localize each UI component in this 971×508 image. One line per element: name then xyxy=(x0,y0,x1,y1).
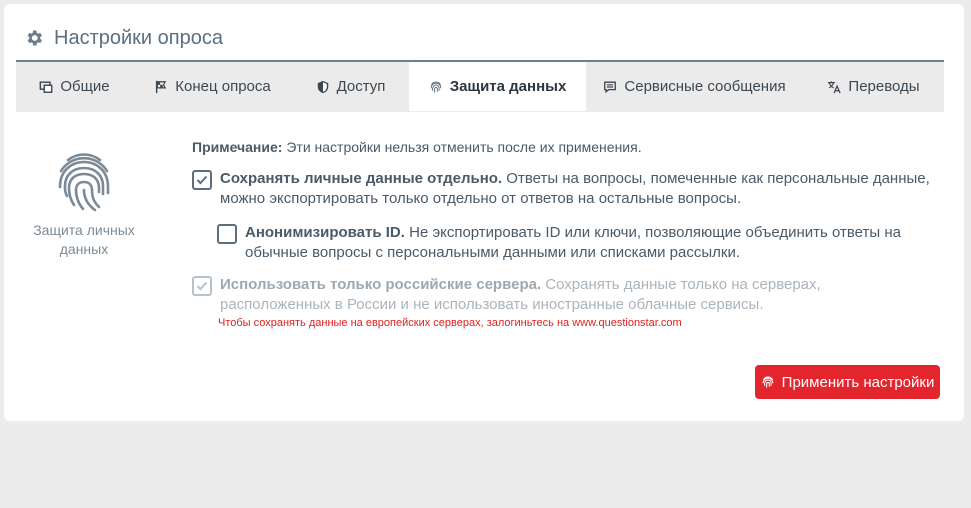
check-icon xyxy=(196,281,208,291)
check-icon xyxy=(196,175,208,185)
option-store-separately: Сохранять личные данные отдельно. Ответы… xyxy=(192,169,932,209)
note: Примечание: Эти настройки нельзя отменит… xyxy=(192,139,642,155)
gear-icon xyxy=(27,30,42,46)
settings-tabs: Общие Конец опроса Доступ Защита данных xyxy=(16,60,944,112)
tab-survey-end[interactable]: Конец опроса xyxy=(133,62,292,111)
page-title: Настройки опроса xyxy=(54,26,223,49)
fingerprint-icon xyxy=(430,81,441,93)
tab-general[interactable]: Общие xyxy=(16,62,133,111)
tab-data-protection[interactable]: Защита данных xyxy=(409,62,586,111)
card-header: Настройки опроса xyxy=(24,24,223,52)
side-panel: Защита личных данных xyxy=(30,149,138,259)
eu-servers-warning: Чтобы сохранять данные на европейских се… xyxy=(218,317,682,329)
tab-translations[interactable]: Переводы xyxy=(803,62,944,111)
option-russian-servers: Использовать только российские сервера. … xyxy=(192,275,932,315)
tab-access[interactable]: Доступ xyxy=(292,62,409,111)
option-anonymize-id: Анонимизировать ID. Не экспортировать ID… xyxy=(217,223,932,263)
data-protection-panel: Защита личных данных Примечание: Эти нас… xyxy=(16,113,944,403)
side-label: Защита личных данных xyxy=(33,222,135,257)
options-list: Примечание: Эти настройки нельзя отменит… xyxy=(192,139,932,329)
tab-service-messages[interactable]: Сервисные сообщения xyxy=(586,62,803,111)
fingerprint-icon xyxy=(58,153,110,212)
anonymize-id-checkbox[interactable] xyxy=(217,224,237,244)
apply-settings-button[interactable]: Применить настройки xyxy=(755,365,940,399)
fingerprint-icon xyxy=(762,376,773,388)
message-icon xyxy=(604,81,617,93)
monitor-icon xyxy=(39,80,53,93)
shield-icon xyxy=(317,80,328,93)
translate-icon xyxy=(828,80,842,93)
russian-servers-checkbox xyxy=(192,276,212,296)
flag-icon xyxy=(156,80,167,93)
store-separately-checkbox[interactable] xyxy=(192,170,212,190)
